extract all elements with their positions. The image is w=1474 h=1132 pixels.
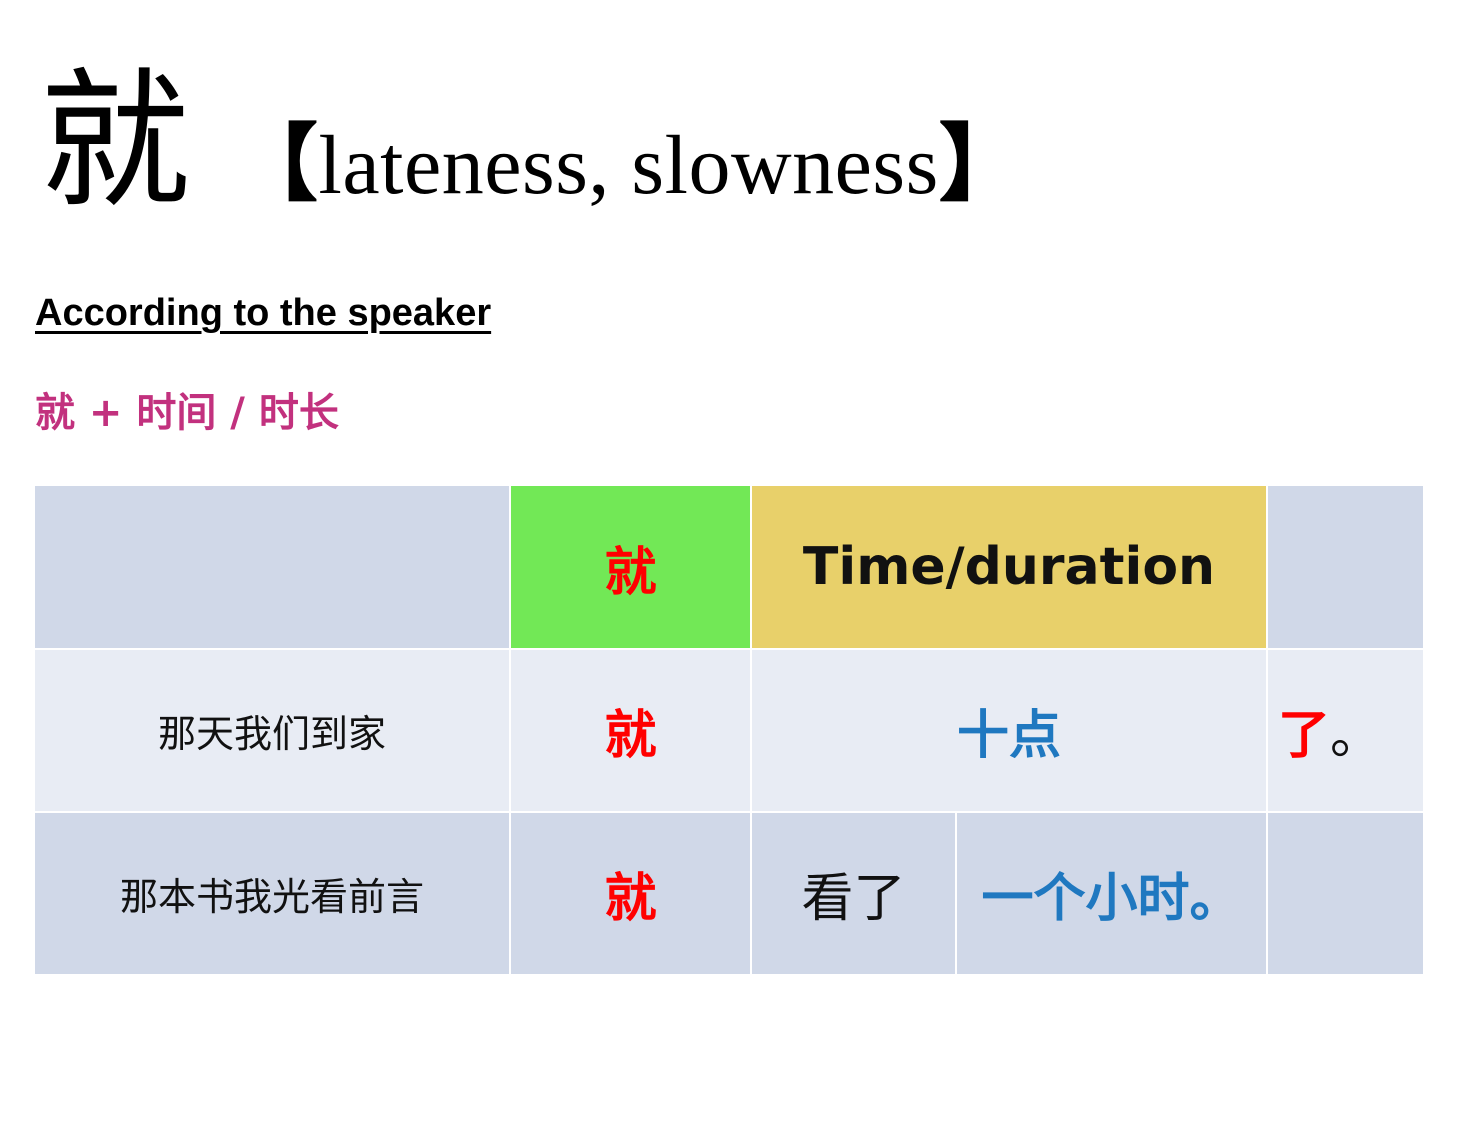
header-empty-cell-4 bbox=[1268, 486, 1423, 648]
row2-verb-cell: 看了 bbox=[752, 813, 955, 974]
row2-empty-cell bbox=[1268, 813, 1423, 974]
row1-subject-cell: 那天我们到家 bbox=[35, 650, 509, 811]
row1-time-cell: 十点 bbox=[752, 650, 1266, 811]
header-time-duration-text: Time/duration bbox=[802, 537, 1216, 597]
row2-subject-text: 那本书我光看前言 bbox=[119, 875, 424, 919]
header-time-duration-cell: Time/duration bbox=[752, 486, 1266, 648]
gloss-text: lateness, slowness bbox=[318, 119, 939, 212]
example-table: 就 Time/duration 那天我们到家 就 十点 了。 那本书我光看前言 … bbox=[35, 486, 1423, 974]
row1-particle-text: 了 bbox=[1278, 706, 1331, 766]
row1-subject-text: 那天我们到家 bbox=[157, 712, 386, 756]
page-title: 就【lateness, slowness】 bbox=[40, 62, 1023, 246]
row2-subject-cell: 那本书我光看前言 bbox=[35, 813, 509, 974]
title-character: 就 bbox=[40, 55, 191, 229]
row1-jiu-text: 就 bbox=[604, 706, 657, 766]
row1-punct-text: 。 bbox=[1330, 706, 1383, 766]
gloss-close-bracket: 】 bbox=[938, 115, 1024, 213]
grammar-pattern: 就 + 时间 / 时长 bbox=[35, 390, 339, 436]
row2-jiu-text: 就 bbox=[604, 869, 657, 929]
header-jiu-cell: 就 bbox=[511, 486, 750, 648]
row1-particle-cell: 了。 bbox=[1268, 650, 1423, 811]
row2-jiu-cell: 就 bbox=[511, 813, 750, 974]
header-jiu-text: 就 bbox=[604, 542, 657, 603]
title-gloss: 【lateness, slowness】 bbox=[234, 115, 1023, 213]
row2-verb-text: 看了 bbox=[801, 869, 906, 929]
row1-jiu-cell: 就 bbox=[511, 650, 750, 811]
section-subtitle: According to the speaker bbox=[35, 292, 492, 334]
row2-duration-text: 一个小时。 bbox=[981, 869, 1242, 929]
row1-time-text: 十点 bbox=[956, 706, 1061, 766]
row2-duration-cell: 一个小时。 bbox=[957, 813, 1266, 974]
gloss-open-bracket: 【 bbox=[234, 115, 319, 213]
header-empty-cell-1 bbox=[35, 486, 509, 648]
